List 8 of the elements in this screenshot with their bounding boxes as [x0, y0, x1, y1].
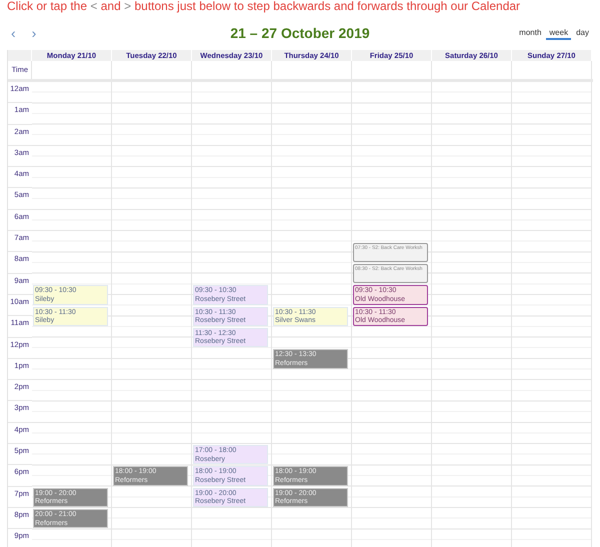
- view-tab[interactable]: month: [516, 26, 544, 40]
- view-tab[interactable]: week: [546, 26, 572, 40]
- header-cell: [8, 50, 32, 61]
- week-title: 21 – 27 October 2019: [229, 25, 371, 41]
- previous-button[interactable]: ‹: [8, 25, 19, 41]
- instruction-text: Click or tap the < and > buttons just below to step backwards and forwards through our Calendar: [6, 0, 522, 15]
- next-button[interactable]: ›: [28, 25, 40, 41]
- view-tab[interactable]: day: [573, 26, 592, 40]
